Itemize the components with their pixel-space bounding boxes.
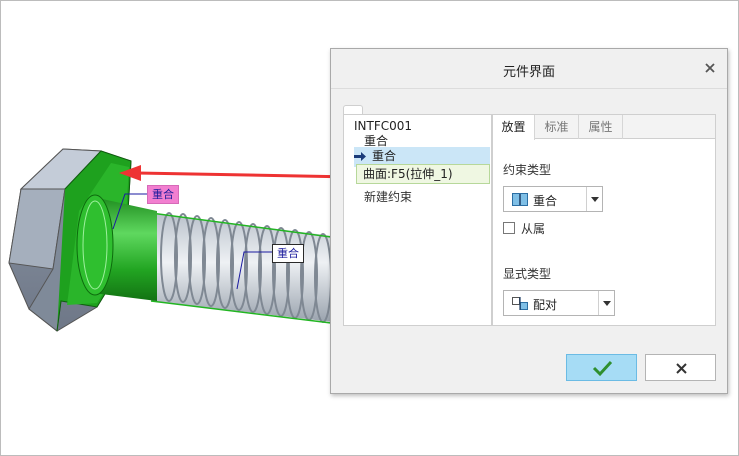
placement-panel: 放置 标准 属性 约束类型 重合 从属 显式类型 配对 — [492, 114, 716, 326]
dialog-title: 元件界面 — [502, 65, 555, 80]
display-type-value: 配对 — [533, 298, 558, 312]
checkmark-icon — [592, 360, 613, 377]
chevron-down-icon[interactable] — [598, 291, 614, 315]
current-arrow-icon — [354, 152, 366, 161]
ok-button[interactable] — [566, 354, 637, 381]
display-type-select[interactable]: 配对 — [503, 290, 615, 316]
chevron-down-icon[interactable] — [586, 187, 602, 211]
dependent-label: 从属 — [521, 222, 546, 236]
constraint-type-select[interactable]: 重合 — [503, 186, 603, 212]
display-type-label: 显式类型 — [503, 267, 552, 281]
constraint-type-value: 重合 — [533, 194, 558, 208]
constraint-callout-1[interactable]: 重合 — [147, 185, 179, 204]
constraint-callout-2[interactable]: 重合 — [272, 244, 304, 263]
tree-constraint-label: 重合 — [372, 149, 397, 163]
close-icon — [676, 363, 687, 374]
constraint-type-label: 约束类型 — [503, 163, 552, 177]
component-interface-dialog: 元件界面 INTFC001 重合 重合 曲面:F5(拉伸_1) 新建约束 放置 … — [330, 48, 728, 394]
cancel-button[interactable] — [645, 354, 716, 381]
tab-placement[interactable]: 放置 — [493, 115, 535, 140]
tab-standard[interactable]: 标准 — [535, 115, 579, 139]
close-icon[interactable] — [703, 61, 717, 75]
mate-icon — [512, 297, 528, 310]
new-constraint-item[interactable]: 新建约束 — [364, 188, 412, 208]
tree-reference-surface[interactable]: 曲面:F5(拉伸_1) — [356, 164, 490, 184]
constraint-tree: INTFC001 重合 重合 曲面:F5(拉伸_1) 新建约束 — [343, 114, 492, 326]
dependent-checkbox[interactable] — [503, 222, 515, 234]
coincident-icon — [512, 193, 528, 206]
tab-properties[interactable]: 属性 — [579, 115, 623, 139]
tab-bar: 放置 标准 属性 — [493, 115, 715, 140]
dialog-title-bar: 元件界面 — [331, 49, 727, 89]
